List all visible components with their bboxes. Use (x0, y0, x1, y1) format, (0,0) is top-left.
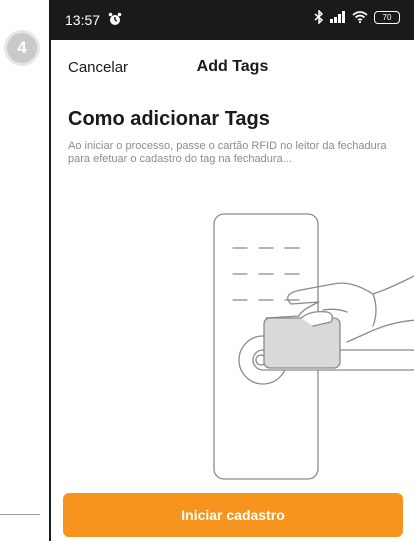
signal-icon (330, 11, 345, 23)
alarm-clock-icon (108, 12, 122, 25)
instructions-heading: Como adicionar Tags (68, 108, 270, 130)
hand-holding-rfid-card-at-lock-icon (213, 213, 414, 480)
battery-level: 70 (382, 12, 392, 22)
nav-bar: Cancelar Add Tags (51, 56, 414, 80)
wifi-icon (352, 11, 368, 23)
status-time: 13:57 (65, 12, 101, 28)
battery-icon: 70 (374, 10, 400, 24)
start-registration-button[interactable]: Iniciar cadastro (63, 493, 403, 537)
guide-line (0, 514, 40, 515)
bluetooth-icon (314, 10, 324, 24)
page-title: Add Tags (196, 58, 269, 75)
instructions-description: Ao iniciar o processo, passe o cartão RF… (68, 140, 387, 165)
step-number-badge: 4 (4, 30, 40, 66)
phone-screen: 13:57 70 Cancelar Add Tags Como adiciona… (49, 0, 414, 541)
status-icons: 70 (314, 10, 400, 24)
status-bar: 13:57 70 (51, 0, 414, 40)
